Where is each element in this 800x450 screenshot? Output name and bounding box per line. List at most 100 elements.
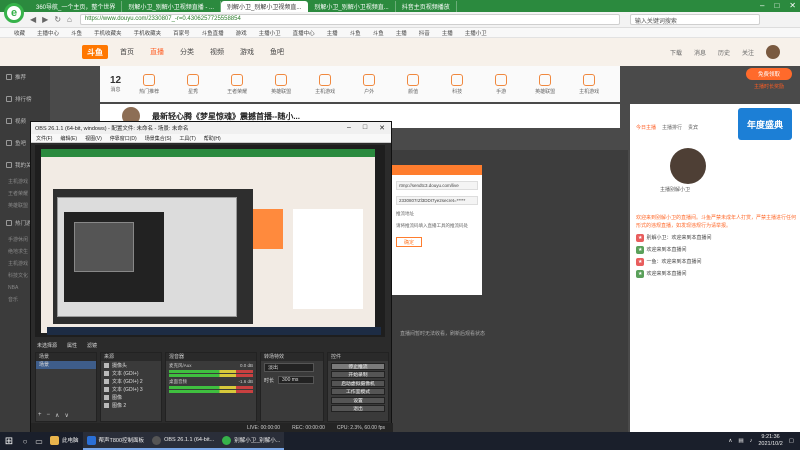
filters-button[interactable]: 滤镜 <box>87 342 97 349</box>
obs-titlebar[interactable]: OBS 26.1.1 (64-bit, windows) - 配置文件: 未命名… <box>31 122 391 134</box>
bookmark-item[interactable]: 直播中心 <box>293 29 315 37</box>
minimize-icon[interactable]: – <box>347 124 351 132</box>
network-icon[interactable]: ▤ <box>738 438 743 444</box>
up-icon[interactable]: ∧ <box>55 412 59 419</box>
refresh-icon[interactable]: ↻ <box>54 15 61 24</box>
browser-tab[interactable]: 别解小卫_别解小卫视频直播 - ... <box>122 1 222 12</box>
download-link[interactable]: 下载 <box>670 48 682 57</box>
obs-preview[interactable] <box>35 145 385 337</box>
rp-tab[interactable]: 今日主播 <box>636 124 656 131</box>
obs-menu-item[interactable]: 编辑(E) <box>60 135 77 142</box>
taskbar-app[interactable]: 此电脑 <box>46 432 83 450</box>
browser-tab[interactable]: 360导航_一个主页，整个世界 <box>30 1 123 12</box>
search-icon[interactable]: ○ <box>18 437 32 446</box>
taskbar-app[interactable]: 帮声T800控制面板 <box>82 432 149 450</box>
bookmark-item[interactable]: 斗鱼 <box>350 29 361 37</box>
taskbar-app[interactable]: OBS 26.1.1 (64-bit... <box>148 432 219 450</box>
clock[interactable]: 9:21:36 2021/10/2 <box>758 434 782 448</box>
nav-video[interactable]: 视频 <box>210 47 224 57</box>
obs-menu-item[interactable]: 停靠窗口(D) <box>110 135 137 142</box>
maximize-icon[interactable]: □ <box>363 124 367 132</box>
obs-menu-item[interactable]: 文件(F) <box>36 135 52 142</box>
close-icon[interactable]: ✕ <box>789 1 796 10</box>
forward-icon[interactable]: ▶ <box>42 15 48 24</box>
stop-streaming-button[interactable]: 停止推流 <box>331 362 385 370</box>
rtmp-url-field[interactable]: rtmp://sendtc3.douyu.com/live <box>396 181 478 190</box>
home-icon[interactable]: ⌂ <box>67 15 72 24</box>
browser-search-input[interactable]: 输入关键词搜索 <box>629 14 760 25</box>
nav-game[interactable]: 游戏 <box>240 47 254 57</box>
minimize-icon[interactable]: – <box>760 1 764 10</box>
category-item[interactable]: 颜值 <box>397 73 429 95</box>
rtmp-ok-button[interactable]: 确定 <box>396 237 422 247</box>
event-banner[interactable]: 年度盛典 <box>738 108 792 140</box>
category-item[interactable]: 英雄联盟 <box>529 73 561 95</box>
bookmark-item[interactable]: 主播小卫 <box>465 29 487 37</box>
transition-select[interactable]: 淡出 <box>264 363 314 372</box>
browser-tab[interactable]: 抖音主页视频播放 <box>396 1 457 12</box>
rtmp-key-field[interactable]: 2330807rZl3DDI7ye2secret=***** <box>396 196 478 205</box>
obs-menu-item[interactable]: 场景集合(S) <box>145 135 172 142</box>
bookmark-item[interactable]: 斗鱼 <box>71 29 82 37</box>
host-avatar[interactable] <box>670 148 706 184</box>
nav-home[interactable]: 首页 <box>120 47 134 57</box>
category-item[interactable]: 主机游戏 <box>309 73 341 95</box>
rp-tab[interactable]: 主播排行 <box>662 124 682 131</box>
bookmark-item[interactable]: 百家号 <box>173 29 190 37</box>
down-icon[interactable]: ∨ <box>64 412 68 419</box>
source-item[interactable]: 文本 (GDI+) <box>101 369 161 377</box>
nav-category[interactable]: 分类 <box>180 47 194 57</box>
category-item[interactable]: 王者荣耀 <box>221 73 253 95</box>
category-item[interactable]: 英雄联盟 <box>265 73 297 95</box>
bookmark-item[interactable]: 主播小卫 <box>259 29 281 37</box>
nav-live[interactable]: 直播 <box>150 47 164 57</box>
exit-button[interactable]: 退出 <box>331 405 385 412</box>
category-item[interactable]: 科技 <box>441 73 473 95</box>
scene-item[interactable]: 场景 <box>36 361 96 369</box>
bookmark-item[interactable]: 收藏 <box>14 29 25 37</box>
duration-input[interactable]: 300 ms <box>278 376 315 384</box>
virtual-camera-button[interactable]: 启动虚拟摄像机 <box>331 379 385 387</box>
url-input[interactable]: https://www.douyu.com/2330807_-r=0.43062… <box>79 14 620 25</box>
browser-tab-active[interactable]: 别解小卫_别解小卫视频直... <box>221 1 309 12</box>
remove-icon[interactable]: − <box>47 412 51 419</box>
source-item[interactable]: 文本 (GDI+) 3 <box>101 385 161 393</box>
bookmark-item[interactable]: 斗鱼直播 <box>202 29 224 37</box>
studio-mode-button[interactable]: 工作室模式 <box>331 388 385 395</box>
nav-yuba[interactable]: 鱼吧 <box>270 47 284 57</box>
bookmark-item[interactable]: 主播 <box>327 29 338 37</box>
bookmark-item[interactable]: 主播 <box>442 29 453 37</box>
follow-link[interactable]: 关注 <box>742 48 754 57</box>
category-item[interactable]: 户外 <box>353 73 385 95</box>
tray-chevron-icon[interactable]: ∧ <box>728 438 732 444</box>
add-icon[interactable]: + <box>38 412 42 419</box>
category-item[interactable]: 热门推荐 <box>133 73 165 95</box>
obs-menu-item[interactable]: 视图(V) <box>85 135 102 142</box>
bookmark-item[interactable]: 斗鱼 <box>373 29 384 37</box>
bookmark-item[interactable]: 游戏 <box>236 29 247 37</box>
notification-icon[interactable]: ▢ <box>789 438 794 444</box>
bookmark-item[interactable]: 手机收藏夹 <box>94 29 122 37</box>
category-item[interactable]: 主机游戏 <box>573 73 605 95</box>
sidebar-item[interactable]: 推荐 <box>0 66 50 88</box>
close-icon[interactable]: ✕ <box>379 124 385 132</box>
sidebar-item[interactable]: 排行榜 <box>0 88 50 110</box>
source-item[interactable]: 文本 (GDI+) 2 <box>101 377 161 385</box>
source-item[interactable]: 摄像头 <box>101 361 161 369</box>
rp-tab[interactable]: 贵宾 <box>688 124 698 131</box>
bookmark-item[interactable]: 手机收藏夹 <box>134 29 162 37</box>
message-link[interactable]: 消息 <box>694 48 706 57</box>
obs-menu-item[interactable]: 帮助(H) <box>204 135 221 142</box>
volume-icon[interactable]: ♪ <box>750 438 753 444</box>
category-item[interactable]: 手游 <box>485 73 517 95</box>
bookmark-item[interactable]: 主播中心 <box>37 29 59 37</box>
windows-start-icon[interactable]: ⊞ <box>0 432 18 450</box>
browser-logo-icon[interactable]: e <box>4 3 24 23</box>
history-link[interactable]: 历史 <box>718 48 730 57</box>
task-view-icon[interactable]: ▭ <box>32 437 46 446</box>
user-avatar[interactable] <box>766 45 780 59</box>
settings-button[interactable]: 设置 <box>331 396 385 404</box>
back-icon[interactable]: ◀ <box>30 15 36 24</box>
taskbar-app[interactable]: 别解小卫_别解小... <box>218 432 285 450</box>
source-item[interactable]: 图像 <box>101 393 161 401</box>
